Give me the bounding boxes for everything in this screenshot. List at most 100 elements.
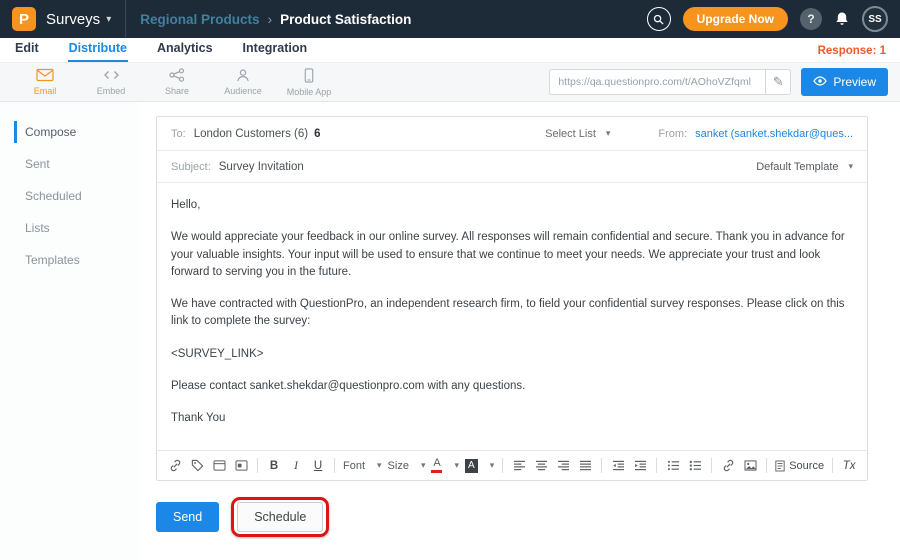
body-paragraph: We have contracted with QuestionPro, an … — [171, 296, 853, 331]
survey-url-input[interactable] — [549, 69, 765, 95]
breadcrumb-current: Product Satisfaction — [280, 12, 411, 27]
bold-button[interactable]: B — [266, 456, 282, 476]
to-recipient-list[interactable]: London Customers (6) — [194, 128, 308, 140]
font-size-dropdown[interactable]: Size ▾ — [388, 460, 426, 472]
outdent-icon[interactable] — [610, 456, 626, 476]
source-button[interactable]: Source — [775, 456, 824, 476]
insert-link-icon[interactable] — [167, 456, 183, 476]
toolbar-separator — [766, 458, 767, 473]
align-justify-icon[interactable] — [577, 456, 593, 476]
clear-formatting-button[interactable]: Tx — [841, 456, 857, 476]
sidebar-item-scheduled[interactable]: Scheduled — [0, 180, 140, 212]
unsubscribe-block-icon[interactable] — [233, 456, 249, 476]
bulleted-list-icon[interactable] — [665, 456, 681, 476]
edit-url-pencil-icon[interactable]: ✎ — [765, 69, 791, 95]
background-color-button[interactable]: A ▾ — [465, 459, 494, 473]
audience-icon — [235, 68, 251, 84]
chevron-down-icon: ▾ — [377, 460, 382, 471]
chevron-down-icon: ▾ — [454, 460, 459, 471]
text-color-label: A — [433, 458, 440, 469]
notifications-bell-icon[interactable] — [834, 11, 850, 27]
text-color-button[interactable]: A ▾ — [431, 458, 459, 473]
select-list-dropdown[interactable]: Select List ▾ — [545, 128, 610, 140]
subject-input[interactable]: Survey Invitation — [219, 161, 304, 173]
product-switcher[interactable]: Surveys ▾ — [46, 11, 111, 28]
hyperlink-icon[interactable] — [720, 456, 736, 476]
sidebar-item-templates[interactable]: Templates — [0, 244, 140, 276]
background-color-label: A — [465, 459, 478, 473]
sidebar-item-compose[interactable]: Compose — [0, 116, 140, 148]
body-paragraph: <SURVEY_LINK> — [171, 346, 853, 363]
channel-mobile-app[interactable]: Mobile App — [276, 68, 342, 97]
template-dropdown[interactable]: Default Template ▾ — [756, 161, 853, 173]
chevron-down-icon: ▾ — [606, 128, 611, 139]
schedule-annotation-highlight: Schedule — [231, 497, 329, 537]
response-count[interactable]: Response: 1 — [818, 45, 886, 62]
align-left-icon[interactable] — [511, 456, 527, 476]
toolbar-separator — [656, 458, 657, 473]
upgrade-now-button[interactable]: Upgrade Now — [683, 7, 788, 31]
insert-image-icon[interactable] — [742, 456, 758, 476]
toolbar-separator — [601, 458, 602, 473]
channel-email[interactable]: Email — [12, 68, 78, 96]
sidebar-item-lists[interactable]: Lists — [0, 212, 140, 244]
breadcrumb-separator-icon: › — [267, 11, 272, 27]
chevron-down-icon: ▾ — [849, 161, 854, 172]
chevron-down-icon: ▾ — [106, 14, 111, 25]
channel-label: Mobile App — [287, 87, 332, 97]
from-sender-link[interactable]: sanket (sanket.shekdar@ques... — [695, 128, 853, 140]
compose-main: To: London Customers (6) 6 Select List ▾… — [140, 102, 900, 560]
email-body-editor[interactable]: Hello, We would appreciate your feedback… — [157, 183, 867, 450]
channel-audience[interactable]: Audience — [210, 68, 276, 96]
send-button[interactable]: Send — [156, 502, 219, 532]
tab-distribute[interactable]: Distribute — [68, 39, 128, 62]
eye-icon — [813, 75, 827, 89]
top-header: P Surveys ▾ Regional Products › Product … — [0, 0, 900, 38]
help-button[interactable]: ? — [800, 8, 822, 30]
template-label: Default Template — [756, 161, 838, 173]
chevron-down-icon: ▾ — [490, 460, 495, 471]
tab-analytics[interactable]: Analytics — [156, 39, 214, 62]
italic-button[interactable]: I — [288, 456, 304, 476]
toolbar-separator — [832, 458, 833, 473]
body-paragraph: Thank You — [171, 410, 853, 427]
numbered-list-icon[interactable] — [687, 456, 703, 476]
channel-share[interactable]: Share — [144, 68, 210, 96]
share-icon — [169, 68, 185, 84]
channel-label: Email — [34, 86, 57, 96]
tab-edit[interactable]: Edit — [14, 39, 40, 62]
preview-button[interactable]: Preview — [801, 68, 888, 96]
email-sidebar: Compose Sent Scheduled Lists Templates — [0, 102, 140, 560]
indent-icon[interactable] — [632, 456, 648, 476]
toolbar-separator — [257, 458, 258, 473]
body-paragraph: Please contact sanket.shekdar@questionpr… — [171, 378, 853, 395]
logo-letter: P — [19, 11, 29, 28]
breadcrumb-parent[interactable]: Regional Products — [140, 12, 259, 27]
size-dropdown-label: Size — [388, 460, 409, 472]
toolbar-separator — [334, 458, 335, 473]
channel-label: Audience — [224, 86, 262, 96]
merge-tag-icon[interactable] — [189, 456, 205, 476]
template-card-icon[interactable] — [211, 456, 227, 476]
user-avatar[interactable]: SS — [862, 6, 888, 32]
subject-row: Subject: Survey Invitation Default Templ… — [157, 151, 867, 183]
toolbar-separator — [711, 458, 712, 473]
channel-embed[interactable]: Embed — [78, 68, 144, 96]
rich-text-toolbar: B I U Font ▾ Size ▾ A ▾ A ▾ — [157, 450, 867, 480]
action-buttons: Send Schedule — [156, 497, 868, 537]
tab-integration[interactable]: Integration — [242, 39, 309, 62]
questionpro-logo[interactable]: P — [12, 7, 36, 31]
sidebar-item-sent[interactable]: Sent — [0, 148, 140, 180]
font-family-dropdown[interactable]: Font ▾ — [343, 460, 382, 472]
source-label: Source — [789, 460, 824, 472]
to-label: To: — [171, 128, 186, 140]
align-right-icon[interactable] — [555, 456, 571, 476]
align-center-icon[interactable] — [533, 456, 549, 476]
recipient-count-badge: 6 — [314, 128, 320, 140]
body-paragraph: We would appreciate your feedback in our… — [171, 229, 853, 281]
schedule-button[interactable]: Schedule — [237, 502, 323, 532]
toolbar-separator — [502, 458, 503, 473]
underline-button[interactable]: U — [310, 456, 326, 476]
body-paragraph: Hello, — [171, 197, 853, 214]
search-icon[interactable] — [647, 7, 671, 31]
